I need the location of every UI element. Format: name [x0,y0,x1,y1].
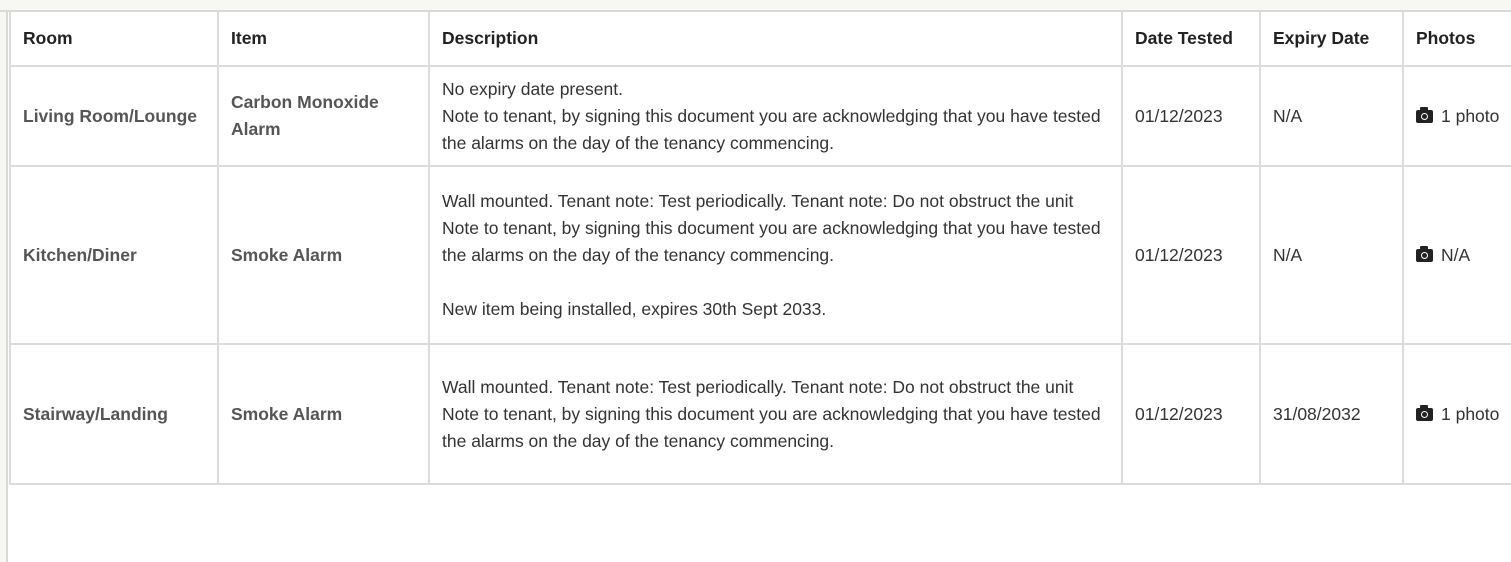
date-tested-cell: 01/12/2023 [1121,343,1261,485]
camera-icon [1416,106,1433,123]
alarms-table: Room Item Description Date Tested Expiry… [9,12,1511,485]
header-expiry-date: Expiry Date [1259,12,1404,67]
description-line: Note to tenant, by signing this document… [442,217,1101,265]
room-cell: Living Room/Lounge [9,65,219,167]
photos-value: N/A [1441,244,1471,265]
item-cell: Smoke Alarm [217,343,430,485]
expiry-date-cell: N/A [1259,165,1404,345]
item-cell: Smoke Alarm [217,165,430,345]
top-border [0,0,1511,12]
header-room: Room [9,12,219,67]
photos-cell[interactable]: 1 photo [1402,343,1511,485]
room-cell: Kitchen/Diner [9,165,219,345]
photos-cell[interactable]: 1 photo [1402,65,1511,167]
table-header-row: Room Item Description Date Tested Expiry… [9,12,1511,67]
description-line: Wall mounted. Tenant note: Test periodic… [442,376,1074,397]
room-cell: Stairway/Landing [9,343,219,485]
description-cell: Wall mounted. Tenant note: Test periodic… [428,343,1123,485]
alarm-report-page: Room Item Description Date Tested Expiry… [0,12,1511,562]
description-spacer [442,269,1109,296]
expiry-date-cell: 31/08/2032 [1259,343,1404,485]
header-date-tested: Date Tested [1121,12,1261,67]
description-line: Note to tenant, by signing this document… [442,105,1101,153]
header-item: Item [217,12,430,67]
camera-icon [1416,404,1433,421]
description-line: Wall mounted. Tenant note: Test periodic… [442,190,1074,211]
left-border [0,12,8,562]
photos-cell: N/A [1402,165,1511,345]
date-tested-cell: 01/12/2023 [1121,65,1261,167]
description-line: New item being installed, expires 30th S… [442,298,827,319]
description-cell: Wall mounted. Tenant note: Test periodic… [428,165,1123,345]
item-cell: Carbon Monoxide Alarm [217,65,430,167]
description-cell: No expiry date present. Note to tenant, … [428,65,1123,167]
table-row: Living Room/Lounge Carbon Monoxide Alarm… [9,65,1511,167]
table-row: Stairway/Landing Smoke Alarm Wall mounte… [9,343,1511,485]
description-line: Note to tenant, by signing this document… [442,403,1101,451]
header-description: Description [428,12,1123,67]
header-photos: Photos [1402,12,1511,67]
photos-link[interactable]: 1 photo [1441,106,1499,126]
expiry-date-cell: N/A [1259,65,1404,167]
camera-icon [1416,245,1433,262]
photos-link[interactable]: 1 photo [1441,404,1499,424]
table-row: Kitchen/Diner Smoke Alarm Wall mounted. … [9,165,1511,345]
date-tested-cell: 01/12/2023 [1121,165,1261,345]
description-line: No expiry date present. [442,78,623,99]
